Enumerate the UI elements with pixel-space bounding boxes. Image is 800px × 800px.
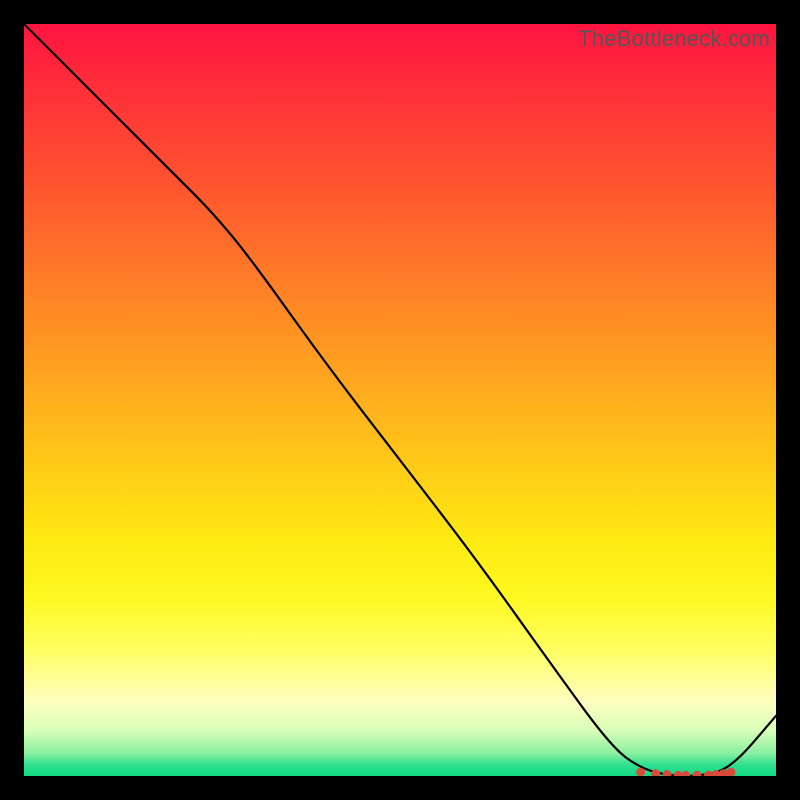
chart-frame: TheBottleneck.com (0, 0, 800, 800)
marker-dot (662, 770, 671, 776)
marker-dot (693, 771, 702, 776)
curve-path (24, 24, 776, 776)
chart-overlay (24, 24, 776, 776)
marker-dot (726, 768, 735, 776)
marker-dot (681, 771, 690, 776)
plot-area: TheBottleneck.com (24, 24, 776, 776)
line-series (24, 24, 776, 776)
